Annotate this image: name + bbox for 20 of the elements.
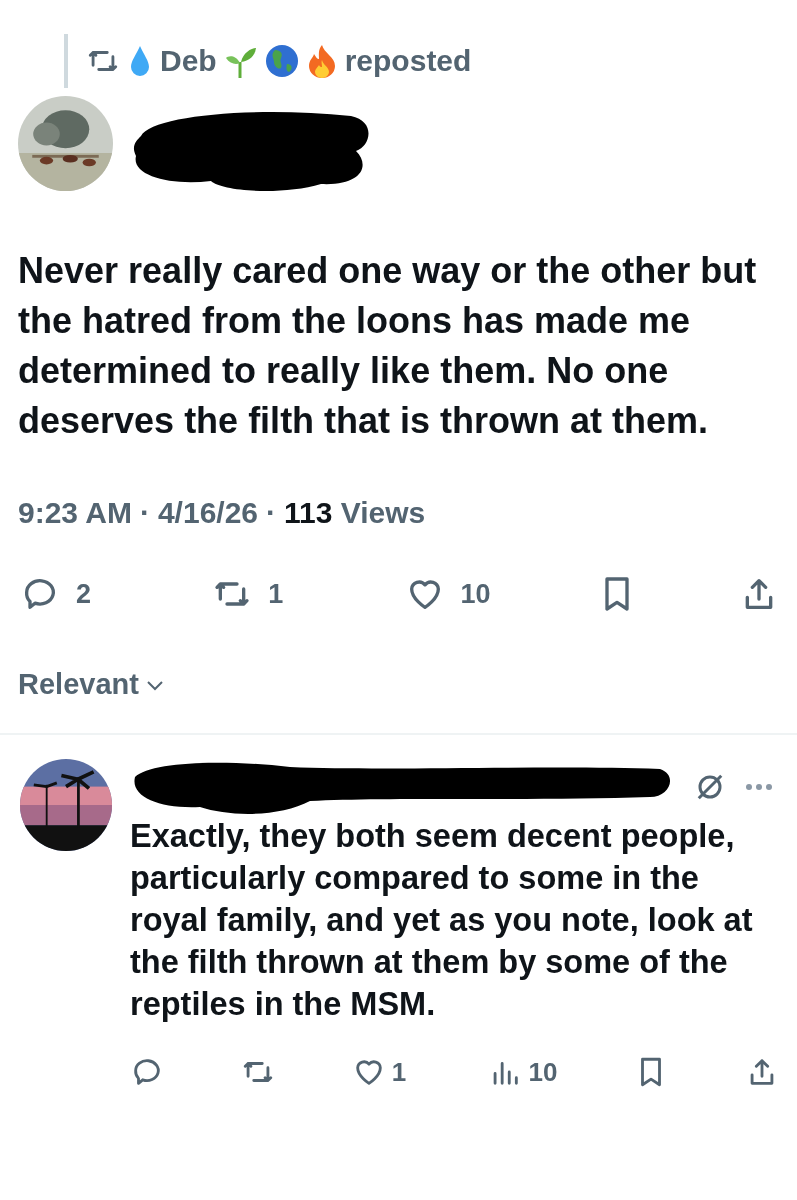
reposter-name[interactable]: Deb (160, 44, 217, 78)
post-text: Never really cared one way or the other but the hatred from the loons has made me determined to really like them. No one deserves the filth that is thrown at them. (17, 249, 758, 443)
separator-dot: · (266, 496, 276, 530)
more-icon[interactable] (745, 783, 773, 791)
fire-icon (306, 44, 337, 78)
like-button[interactable]: 1 (351, 1055, 412, 1089)
views-button[interactable]: 10 (488, 1055, 558, 1089)
reply-button[interactable]: 2 (20, 574, 110, 614)
slashed-circle-icon (695, 772, 725, 802)
separator-dot: · (139, 496, 150, 530)
post-time: 9:23 AM (18, 496, 132, 530)
globe-icon (264, 44, 299, 78)
view-count: 113 Views (284, 496, 426, 530)
repost-label: reposted (344, 44, 472, 78)
post-date: 4/16/26 (157, 496, 258, 530)
reply-text: Exactly, they both seem decent people, particularly compared to some in the royal family, and yet as you note, look at the filth thrown at them by some of the reptiles in the MSM. (130, 817, 754, 1024)
water-drop-icon (128, 45, 152, 77)
repost-button[interactable]: 1 (212, 574, 303, 614)
sort-dropdown[interactable]: Relevant (18, 668, 165, 701)
like-button[interactable]: 10 (404, 574, 495, 614)
